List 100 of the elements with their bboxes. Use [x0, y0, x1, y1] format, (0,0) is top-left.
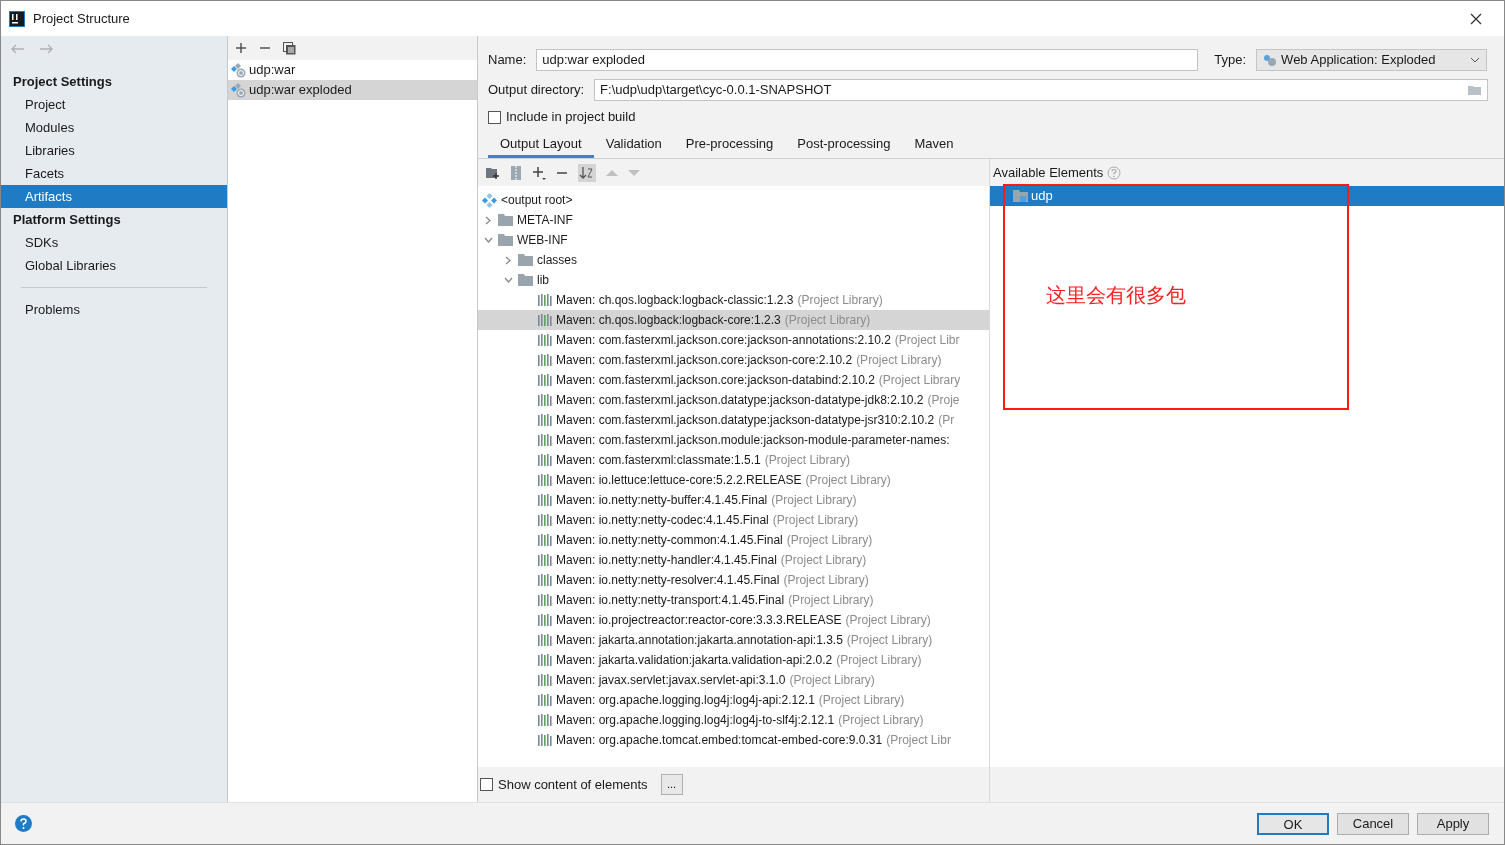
tab[interactable]: Pre-processing: [673, 132, 786, 158]
tree-item[interactable]: Maven: org.apache.logging.log4j:log4j-api:2.12.1 (Project Library): [478, 690, 989, 710]
module-folder-icon: [1013, 190, 1028, 202]
tree-item[interactable]: Maven: ch.qos.logback:logback-core:1.2.3 (Project Library): [478, 310, 989, 330]
tab[interactable]: Output Layout: [488, 132, 594, 158]
annotation-text: 这里会有很多包: [1046, 283, 1186, 308]
expand-chevron-icon[interactable]: [485, 215, 491, 225]
tree-item[interactable]: Maven: io.netty:netty-resolver:4.1.45.Final (Project Library): [478, 570, 989, 590]
checkbox[interactable]: [488, 110, 501, 124]
tree-item[interactable]: Maven: javax.servlet:javax.servlet-api:3.1.0 (Project Library): [478, 670, 989, 690]
library-note: (Project Library): [818, 692, 905, 709]
sidebar-item[interactable]: Project: [1, 93, 227, 116]
library-icon: [538, 734, 552, 746]
checkbox-label[interactable]: Show content of elements: [498, 774, 648, 795]
library-note: (Project Library): [786, 532, 873, 549]
tab[interactable]: Validation: [593, 132, 674, 158]
dialog-button[interactable]: Cancel: [1337, 812, 1409, 835]
sort-icon[interactable]: [578, 163, 596, 182]
folder-icon: [498, 234, 513, 246]
library-note: (Pr: [938, 412, 955, 429]
tab[interactable]: Maven: [902, 132, 966, 158]
help-icon[interactable]: [15, 815, 32, 832]
library-note: (Project Library): [764, 452, 851, 469]
root-icon: [482, 192, 497, 208]
library-icon: [538, 654, 552, 666]
sidebar-item[interactable]: Problems: [1, 299, 80, 320]
checkbox[interactable]: [480, 778, 493, 791]
tree-item[interactable]: Maven: ch.qos.logback:logback-classic:1.2.3 (Project Library): [478, 290, 989, 310]
library-note: (Project Library): [783, 572, 869, 589]
tree-item[interactable]: Maven: org.apache.logging.log4j:log4j-to-slf4j:2.12.1 (Project Library): [478, 710, 989, 730]
tree-item[interactable]: Maven: com.fasterxml.jackson.core:jackson-annotations:2.10.2 (Project Libr: [478, 330, 989, 350]
name-field[interactable]: udp:war exploded: [536, 49, 1199, 71]
tree-item[interactable]: Maven: io.netty:netty-common:4.1.45.Final (Project Library): [478, 530, 989, 550]
sidebar-item[interactable]: Libraries: [1, 139, 227, 162]
archive-icon[interactable]: [510, 165, 522, 180]
folder-icon: [518, 274, 533, 286]
folder-icon: [518, 254, 533, 266]
field-label: Output directory:: [488, 81, 585, 100]
library-icon: [538, 474, 552, 486]
tree-item[interactable]: <output root>: [478, 190, 989, 210]
tree-item[interactable]: Maven: com.fasterxml:classmate:1.5.1 (Project Library): [478, 450, 989, 470]
library-icon: [538, 334, 552, 346]
library-note: (Project Library): [838, 712, 924, 729]
tree-item[interactable]: lib: [478, 270, 989, 290]
tree-item[interactable]: Maven: com.fasterxml.jackson.datatype:jackson-datatype-jsr310:2.10.2 (Pr: [478, 410, 989, 430]
library-icon: [538, 594, 552, 606]
tree-item[interactable]: Maven: io.netty:netty-codec:4.1.45.Final (Project Library): [478, 510, 989, 530]
library-note: (Project Library): [846, 632, 933, 649]
sidebar-item[interactable]: Modules: [1, 116, 227, 139]
tree-item[interactable]: Maven: io.netty:netty-transport:4.1.45.Final (Project Library): [478, 590, 989, 610]
library-note: (Project Library): [771, 492, 857, 509]
available-item[interactable]: udp: [990, 186, 1504, 206]
library-icon: [538, 634, 552, 646]
field-label: Name:: [488, 51, 527, 70]
tree-item[interactable]: Maven: com.fasterxml.jackson.datatype:jackson-datatype-jdk8:2.10.2 (Proje: [478, 390, 989, 410]
library-note: (Project Library: [878, 372, 961, 389]
tree-item[interactable]: Maven: jakarta.annotation:jakarta.annotation-api:1.3.5 (Project Library): [478, 630, 989, 650]
library-icon: [538, 414, 552, 426]
sidebar-item[interactable]: Global Libraries: [1, 254, 227, 277]
dialog-button[interactable]: OK: [1257, 812, 1329, 835]
artifact-icon: [231, 82, 246, 98]
library-note: (Project Library): [805, 472, 891, 489]
checkbox-label[interactable]: Include in project build: [506, 107, 636, 127]
tree-item[interactable]: Maven: io.projectreactor:reactor-core:3.3.3.RELEASE (Project Library): [478, 610, 989, 630]
tree-item[interactable]: Maven: io.lettuce:lettuce-core:5.2.2.RELEASE (Project Library): [478, 470, 989, 490]
collapse-chevron-icon[interactable]: [503, 277, 513, 283]
new-folder-icon[interactable]: [486, 166, 500, 179]
library-icon: [538, 614, 552, 626]
tree-item[interactable]: Maven: jakarta.validation:jakarta.validation-api:2.0.2 (Project Library): [478, 650, 989, 670]
output-directory-field[interactable]: F:\udp\udp\target\cyc-0.0.1-SNAPSHOT: [594, 79, 1489, 101]
add-icon[interactable]: [235, 42, 247, 54]
library-icon: [538, 714, 552, 726]
artifact-item[interactable]: udp:war: [228, 60, 477, 80]
tree-item[interactable]: classes: [478, 250, 989, 270]
tree-item[interactable]: Maven: org.apache.tomcat.embed:tomcat-embed-core:9.0.31 (Project Libr: [478, 730, 989, 750]
tree-item[interactable]: Maven: com.fasterxml.jackson.core:jackson-core:2.10.2 (Project Library): [478, 350, 989, 370]
library-note: (Project Library): [856, 352, 942, 369]
copy-icon[interactable]: [283, 41, 296, 55]
library-note: (Project Library): [784, 312, 871, 329]
type-dropdown[interactable]: Web Application: Exploded: [1256, 49, 1488, 71]
tab[interactable]: Post-processing: [785, 132, 903, 158]
tree-item[interactable]: Maven: com.fasterxml.jackson.core:jackson-databind:2.10.2 (Project Library: [478, 370, 989, 390]
artifact-item[interactable]: udp:war exploded: [228, 80, 477, 100]
sidebar-item[interactable]: SDKs: [1, 231, 227, 254]
sidebar-item[interactable]: Artifacts: [1, 185, 227, 208]
tree-item[interactable]: Maven: com.fasterxml.jackson.module:jackson-module-parameter-names:: [478, 430, 989, 450]
collapse-chevron-icon[interactable]: [483, 237, 493, 243]
more-button[interactable]: ...: [660, 774, 683, 795]
tree-item[interactable]: Maven: io.netty:netty-buffer:4.1.45.Final (Project Library): [478, 490, 989, 510]
close-icon[interactable]: [1470, 12, 1482, 25]
tree-item[interactable]: WEB-INF: [478, 230, 989, 250]
sidebar-item[interactable]: Facets: [1, 162, 227, 185]
dialog-button[interactable]: Apply: [1417, 812, 1489, 835]
tree-item[interactable]: Maven: io.netty:netty-handler:4.1.45.Final (Project Library): [478, 550, 989, 570]
add-icon[interactable]: [532, 165, 546, 180]
library-note: (Project Libr: [886, 732, 951, 749]
tree-item[interactable]: META-INF: [478, 210, 989, 230]
expand-chevron-icon[interactable]: [505, 255, 511, 265]
library-note: (Project Libr: [894, 332, 960, 349]
library-icon: [538, 434, 552, 446]
